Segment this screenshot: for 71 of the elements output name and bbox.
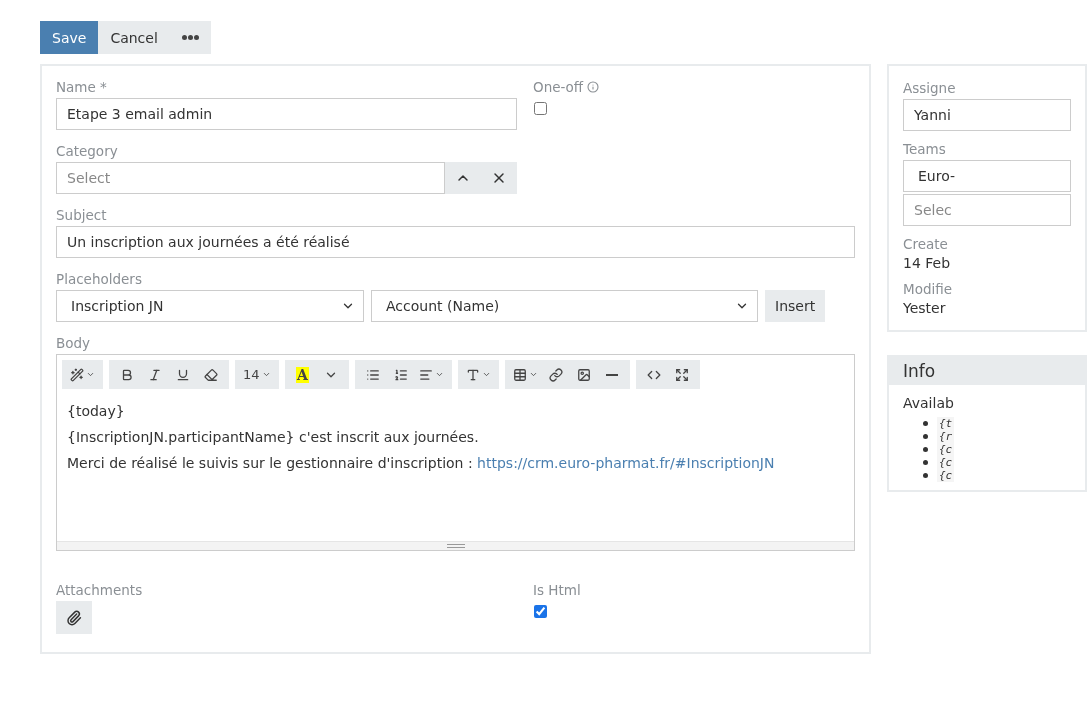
close-icon (491, 170, 507, 186)
more-button[interactable] (169, 21, 211, 54)
insert-button[interactable]: Insert (765, 290, 826, 322)
italic-icon (148, 367, 162, 382)
field-label: Body (56, 335, 92, 351)
field-label: Assigne (903, 80, 957, 96)
field-label: Create (903, 236, 949, 252)
field-select[interactable]: Account (Name) (371, 290, 758, 322)
bullet-icon (923, 421, 928, 426)
placeholder-code: {r (937, 430, 955, 443)
field-label: Category (56, 143, 119, 159)
placeholder-code: {c (937, 443, 955, 456)
more-icon (181, 35, 199, 40)
field-label: Attachments (56, 582, 144, 598)
align-icon (418, 367, 433, 382)
one-off-checkbox[interactable] (534, 102, 547, 115)
caret-icon (261, 370, 271, 379)
info-icon (587, 81, 600, 93)
created-value: 14 Feb (903, 255, 952, 271)
paperclip-icon (66, 609, 82, 626)
bullet-icon (923, 447, 928, 452)
field-label: Subject (56, 207, 108, 223)
field-label: Is Html (533, 582, 582, 598)
placeholder-code: {t (937, 417, 955, 430)
numbered-list-icon (393, 367, 408, 382)
modified-value: Yester (903, 300, 947, 316)
clear-button[interactable] (481, 162, 517, 194)
image-icon (576, 367, 591, 382)
caret-icon (434, 370, 444, 379)
eraser-icon (204, 367, 218, 382)
cancel-button[interactable]: Cancel (98, 21, 170, 54)
teams-field[interactable]: Selec (903, 194, 1071, 226)
info-text: Availab (903, 395, 955, 411)
caret-icon (86, 370, 95, 379)
caret-icon (528, 370, 538, 379)
underline-icon (176, 367, 190, 382)
rule-icon (605, 373, 618, 376)
text-height-icon (465, 367, 480, 382)
body-editor[interactable]: 14 A {today} {InscriptionJN.participantName} c'est inscrit aux journées. Merci de réalisé le suivis sur le gestionnaire d'inscription : https://crm.euro-pharmat.fr/#InscriptionJN (56, 354, 855, 551)
field-label: Name * (56, 79, 108, 95)
field-label: Teams (903, 141, 947, 157)
field-label: Placeholders (56, 271, 143, 287)
field-label: One-off (533, 79, 584, 95)
category-field[interactable]: Select (56, 162, 445, 194)
link-icon (548, 367, 563, 382)
body-paragraph: {today} (67, 403, 126, 419)
assigned-field[interactable]: Yanni (903, 99, 1071, 131)
attach-button[interactable] (56, 601, 92, 634)
body-paragraph: {InscriptionJN.participantName} c'est inscrit aux journées. (67, 429, 480, 445)
body-paragraph: Merci de réalisé le suivis sur le gestionnaire d'inscription : https://crm.euro-pharmat.fr/#InscriptionJN (67, 455, 776, 471)
is-html-checkbox[interactable] (534, 605, 547, 618)
team-item: Euro- (903, 160, 1071, 192)
table-icon (512, 367, 527, 382)
panel-title: Info (889, 357, 1085, 385)
caret-icon (481, 370, 491, 379)
link[interactable]: https://crm.euro-pharmat.fr/#InscriptionJN (477, 455, 775, 471)
resize-grip-icon (446, 544, 465, 548)
bold-icon (120, 367, 134, 382)
name-field[interactable]: Etape 3 email admin (56, 98, 517, 130)
bullet-icon (923, 434, 928, 439)
bullet-icon (923, 473, 928, 478)
subject-field[interactable]: Un inscription aux journées a été réalisé (56, 226, 855, 258)
wand-icon (70, 367, 84, 382)
bullet-list-icon (365, 367, 380, 382)
fullscreen-icon (674, 367, 689, 382)
entity-select[interactable]: Inscription JN (56, 290, 364, 322)
bullet-icon (923, 460, 928, 465)
field-label: Modifie (903, 281, 954, 297)
placeholder-code: {c (937, 469, 955, 482)
save-button[interactable]: Save (40, 21, 99, 54)
placeholder-code: {c (937, 456, 955, 469)
